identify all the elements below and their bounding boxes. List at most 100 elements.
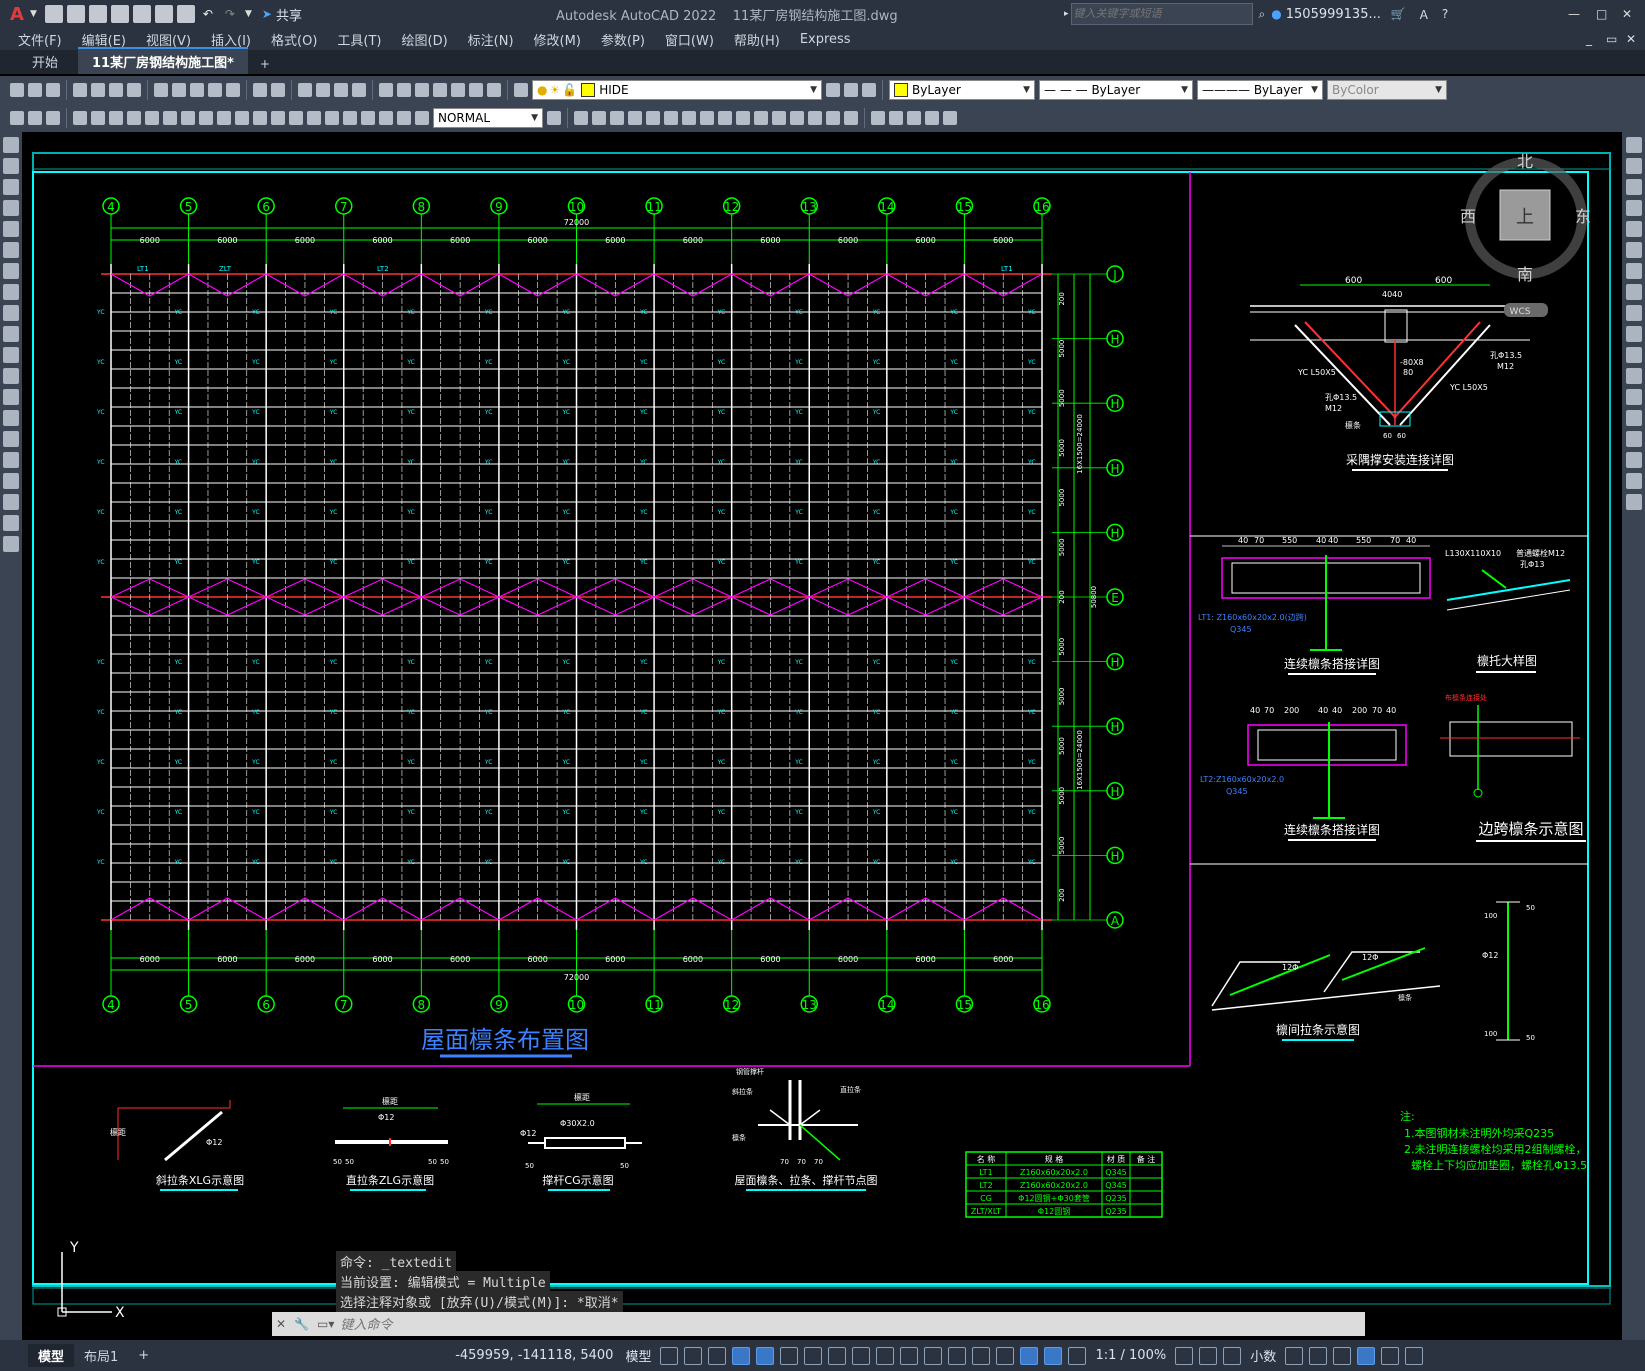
redo-icon[interactable]: ↷	[225, 7, 235, 21]
make-current-icon[interactable]	[826, 83, 840, 97]
autodesk-a360-icon[interactable]: Ａ	[1418, 6, 1430, 23]
qsave-icon[interactable]	[46, 83, 60, 97]
user-icon[interactable]: ●	[1271, 7, 1281, 21]
search-icon[interactable]: ⌕	[1259, 7, 1266, 22]
annotation-monitor-icon[interactable]	[1223, 1346, 1242, 1365]
jogged-linear-icon[interactable]	[361, 111, 375, 125]
doc-minimize-icon[interactable]: _	[1586, 32, 1592, 46]
menu-file[interactable]: 文件(F)	[18, 30, 62, 49]
workspace-switch-icon[interactable]	[1175, 1346, 1194, 1365]
modify-rotate-icon[interactable]	[682, 111, 696, 125]
radius-icon[interactable]	[145, 111, 159, 125]
modify-offset-icon[interactable]	[628, 111, 642, 125]
tab-start[interactable]: 开始	[12, 49, 78, 74]
publish-icon[interactable]	[109, 83, 123, 97]
viewcube-south[interactable]: 南	[1517, 265, 1533, 284]
viewcube-top-face[interactable]: 上	[1516, 207, 1534, 228]
customization-icon[interactable]	[1405, 1346, 1424, 1365]
gizmo-icon[interactable]	[1020, 1346, 1039, 1365]
menu-insert[interactable]: 插入(I)	[211, 30, 251, 49]
menu-edit[interactable]: 编辑(E)	[82, 30, 126, 49]
text-front-icon[interactable]	[925, 111, 939, 125]
sheet-set-icon[interactable]	[433, 83, 447, 97]
maximize-icon[interactable]: □	[1596, 7, 1607, 21]
graphics-performance-icon[interactable]	[1357, 1346, 1376, 1365]
menu-view[interactable]: 视图(V)	[146, 30, 191, 49]
layer-previous-icon[interactable]	[844, 83, 858, 97]
workspace-icon[interactable]	[10, 111, 24, 125]
open-from-web-icon[interactable]	[132, 5, 151, 23]
modify-scale-icon[interactable]	[700, 111, 714, 125]
properties-icon[interactable]	[379, 83, 393, 97]
modify-extend-icon[interactable]	[754, 111, 768, 125]
inspection-icon[interactable]	[343, 111, 357, 125]
zoom-window-icon[interactable]	[334, 83, 348, 97]
angular-icon[interactable]	[199, 111, 213, 125]
modify-trim-icon[interactable]	[736, 111, 750, 125]
design-center-icon[interactable]	[397, 83, 411, 97]
annotation-visibility-icon[interactable]	[1044, 1346, 1063, 1365]
lock-ui-icon[interactable]	[1309, 1346, 1328, 1365]
polar-icon[interactable]	[780, 1346, 799, 1365]
modify-explode-icon[interactable]	[844, 111, 858, 125]
print-icon[interactable]	[73, 83, 87, 97]
selection-filter-icon[interactable]	[996, 1346, 1015, 1365]
modify-move-icon[interactable]	[664, 111, 678, 125]
doc-close-icon[interactable]: ✕	[1626, 32, 1636, 46]
dim-space-icon[interactable]	[271, 111, 285, 125]
clean-screen-icon[interactable]	[1381, 1346, 1400, 1365]
isolate-objects-icon[interactable]	[1333, 1346, 1352, 1365]
minimize-icon[interactable]: —	[1568, 7, 1580, 21]
ortho-icon[interactable]	[756, 1346, 775, 1365]
dim-style-icon[interactable]	[547, 111, 561, 125]
layer-dropdown[interactable]: ● ☀ 🔓 HIDE ▼	[532, 80, 822, 100]
block-editor-icon[interactable]	[226, 83, 240, 97]
hatch-back-icon[interactable]	[943, 111, 957, 125]
lineweight-dropdown[interactable]: ———— ByLayer ▼	[1197, 80, 1323, 100]
layer-state-icon[interactable]	[862, 83, 876, 97]
selection-cycling-icon[interactable]	[924, 1346, 943, 1365]
modify-erase-icon[interactable]	[574, 111, 588, 125]
menu-dimension[interactable]: 标注(N)	[468, 30, 514, 49]
undo-icon[interactable]: ↶	[203, 7, 213, 21]
zoom-realtime-icon[interactable]	[316, 83, 330, 97]
lineweight-icon[interactable]	[876, 1346, 895, 1365]
menu-modify[interactable]: 修改(M)	[534, 30, 581, 49]
dynamic-ucs-icon[interactable]	[972, 1346, 991, 1365]
diameter-icon[interactable]	[181, 111, 195, 125]
linear-dim-icon[interactable]	[73, 111, 87, 125]
dim-update-icon[interactable]	[415, 111, 429, 125]
aligned-dim-icon[interactable]	[91, 111, 105, 125]
dim-break-icon[interactable]	[289, 111, 303, 125]
command-customize-icon[interactable]: 🔧	[294, 1317, 309, 1331]
open-file-icon[interactable]	[66, 5, 85, 23]
user-name[interactable]: 1505999135...	[1286, 7, 1381, 22]
grid-icon[interactable]	[660, 1346, 679, 1365]
dynamic-input-icon[interactable]	[732, 1346, 751, 1365]
search-expand-icon[interactable]: ▸	[1064, 9, 1069, 19]
dim-text-edit-icon[interactable]	[397, 111, 411, 125]
modify-stretch-icon[interactable]	[718, 111, 732, 125]
help-search-input[interactable]	[1070, 3, 1253, 25]
match-properties-icon[interactable]	[208, 83, 222, 97]
menu-window[interactable]: 窗口(W)	[665, 30, 714, 49]
cart-icon[interactable]: 🛒	[1391, 7, 1406, 21]
quick-properties-icon[interactable]	[1285, 1346, 1304, 1365]
menu-express[interactable]: Express	[800, 32, 851, 47]
app-menu-arrow-icon[interactable]: ▼	[30, 9, 37, 19]
tolerance-icon[interactable]	[307, 111, 321, 125]
linetype-dropdown[interactable]: — — — ByLayer ▼	[1039, 80, 1193, 100]
cut-icon[interactable]	[154, 83, 168, 97]
close-icon[interactable]: ✕	[1622, 7, 1632, 21]
recent-commands-icon[interactable]: ▭▾	[317, 1317, 334, 1331]
plus-icon[interactable]	[1199, 1346, 1218, 1365]
arc-length-icon[interactable]	[109, 111, 123, 125]
3d-osnap-icon[interactable]	[948, 1346, 967, 1365]
center-mark-icon[interactable]	[325, 111, 339, 125]
modify-mirror-icon[interactable]	[610, 111, 624, 125]
modify-array-icon[interactable]	[646, 111, 660, 125]
command-input[interactable]	[338, 1313, 1365, 1335]
tab-drawing[interactable]: 11某厂房钢结构施工图*	[78, 47, 248, 74]
menu-format[interactable]: 格式(O)	[271, 30, 317, 49]
model-space-button[interactable]: 模型	[625, 1346, 651, 1365]
